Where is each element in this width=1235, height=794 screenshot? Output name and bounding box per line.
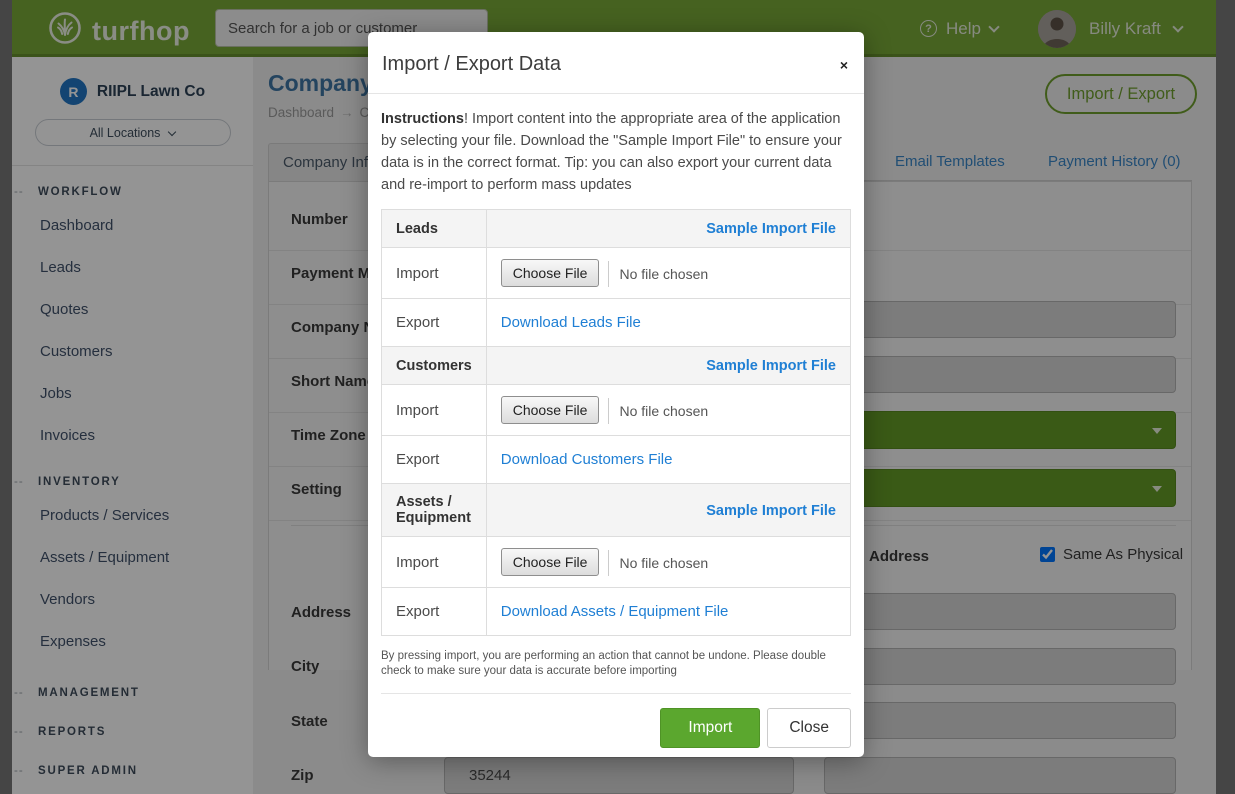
download-customers-link[interactable]: Download Customers File xyxy=(501,447,673,472)
leads-import-label: Import xyxy=(382,248,487,299)
modal-header: Import / Export Data × xyxy=(368,32,864,94)
modal-title: Import / Export Data xyxy=(382,53,850,76)
leads-section-header: Leads Sample Import File xyxy=(382,210,851,248)
close-button[interactable]: Close xyxy=(767,708,851,748)
leads-section-title: Leads xyxy=(382,210,487,248)
leads-file-status: No file chosen xyxy=(619,266,708,282)
import-warning-text: By pressing import, you are performing a… xyxy=(381,649,851,679)
leads-sample-import-link[interactable]: Sample Import File xyxy=(706,221,836,237)
modal-footer: ImportClose xyxy=(381,693,851,748)
modal-body: Instructions! Import content into the ap… xyxy=(368,94,864,679)
customers-file-status: No file chosen xyxy=(619,403,708,419)
assets-section-header: Assets / Equipment Sample Import File xyxy=(382,484,851,537)
customers-section-header: Customers Sample Import File xyxy=(382,347,851,385)
assets-import-label: Import xyxy=(382,537,487,588)
import-button[interactable]: Import xyxy=(660,708,760,748)
assets-export-label: Export xyxy=(382,588,487,636)
file-separator xyxy=(608,550,609,576)
import-export-modal: Import / Export Data × Instructions! Imp… xyxy=(368,32,864,757)
customers-export-row: Export Download Customers File xyxy=(382,436,851,484)
instructions-bold: Instructions xyxy=(381,111,464,127)
close-icon[interactable]: × xyxy=(840,58,848,72)
app-screen: turfhop ? Help Billy Kraft R RIIPL Lawn … xyxy=(0,0,1235,794)
customers-export-label: Export xyxy=(382,436,487,484)
leads-export-row: Export Download Leads File xyxy=(382,299,851,347)
assets-import-row: Import Choose File No file chosen xyxy=(382,537,851,588)
assets-section-title: Assets / Equipment xyxy=(382,484,487,537)
leads-import-row: Import Choose File No file chosen xyxy=(382,248,851,299)
file-separator xyxy=(608,261,609,287)
leads-export-label: Export xyxy=(382,299,487,347)
leads-choose-file-button[interactable]: Choose File xyxy=(501,259,600,287)
customers-section-title: Customers xyxy=(382,347,487,385)
customers-import-row: Import Choose File No file chosen xyxy=(382,385,851,436)
assets-file-status: No file chosen xyxy=(619,555,708,571)
customers-import-label: Import xyxy=(382,385,487,436)
import-export-table: Leads Sample Import File Import Choose F… xyxy=(381,209,851,636)
assets-export-row: Export Download Assets / Equipment File xyxy=(382,588,851,636)
instructions-text: Instructions! Import content into the ap… xyxy=(381,108,851,196)
file-separator xyxy=(608,398,609,424)
download-leads-link[interactable]: Download Leads File xyxy=(501,310,641,335)
customers-sample-import-link[interactable]: Sample Import File xyxy=(706,358,836,374)
assets-sample-import-link[interactable]: Sample Import File xyxy=(706,503,836,519)
customers-choose-file-button[interactable]: Choose File xyxy=(501,396,600,424)
assets-choose-file-button[interactable]: Choose File xyxy=(501,548,600,576)
download-assets-link[interactable]: Download Assets / Equipment File xyxy=(501,599,729,624)
